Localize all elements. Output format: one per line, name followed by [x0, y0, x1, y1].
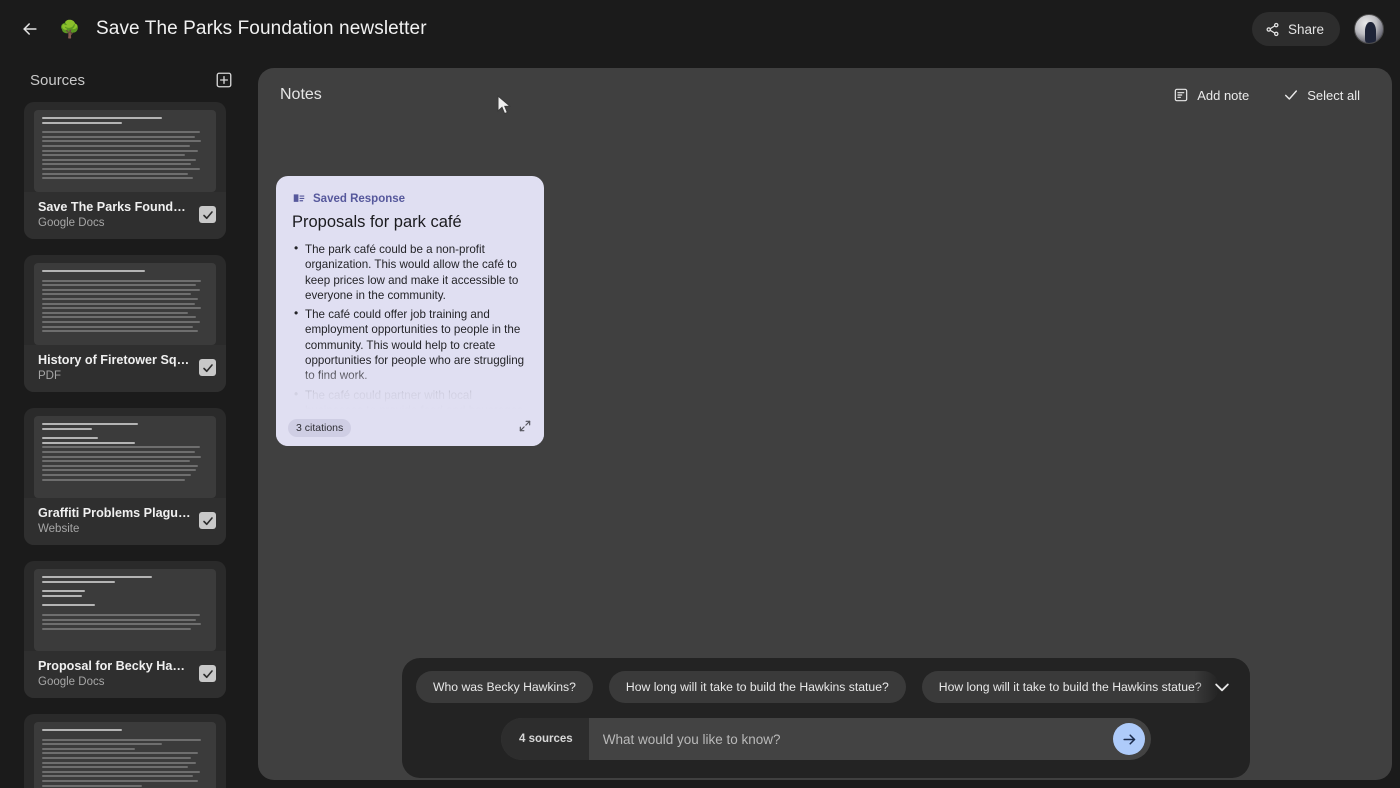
- source-type: Website: [38, 523, 191, 535]
- arrow-left-icon: [20, 19, 40, 39]
- check-icon: [202, 209, 214, 221]
- source-thumbnail: [34, 263, 216, 345]
- source-checkbox[interactable]: [199, 512, 216, 529]
- sources-title: Sources: [30, 72, 85, 89]
- send-button[interactable]: [1113, 723, 1145, 755]
- notebook-logo-icon: 🌳: [58, 17, 82, 41]
- share-button[interactable]: Share: [1252, 12, 1340, 46]
- select-all-button[interactable]: Select all: [1269, 79, 1374, 111]
- source-list: Save The Parks Foundation... Google Docs…: [0, 102, 250, 788]
- source-card[interactable]: Save The Parks Foundation... Google Docs: [24, 102, 226, 239]
- source-card-meta: Graffiti Problems Plague Fir... Website: [38, 506, 191, 535]
- source-thumbnail: [34, 569, 216, 651]
- notes-title: Notes: [280, 86, 322, 104]
- check-icon: [202, 362, 214, 374]
- source-card[interactable]: Graffiti Problems Plague Fir... Website: [24, 408, 226, 545]
- source-card[interactable]: History of Firetower Square PDF: [24, 255, 226, 392]
- source-card-footer: Proposal for Becky Hawkin... Google Docs: [24, 651, 226, 698]
- sources-panel: Sources Save The Parks Foundation... Goo…: [0, 58, 250, 788]
- note-kind: Saved Response: [276, 176, 544, 206]
- expand-note-button[interactable]: [518, 419, 532, 438]
- top-bar-actions: Share: [1252, 12, 1384, 46]
- source-name: Graffiti Problems Plague Fir...: [38, 506, 191, 520]
- expand-diagonal-icon: [518, 419, 532, 433]
- check-icon: [1283, 87, 1299, 103]
- source-checkbox[interactable]: [199, 665, 216, 682]
- source-type: Google Docs: [38, 217, 191, 229]
- source-card-meta: Proposal for Becky Hawkin... Google Docs: [38, 659, 191, 688]
- citations-badge[interactable]: 3 citations: [288, 419, 351, 437]
- sources-count-button[interactable]: 4 sources: [501, 718, 589, 760]
- source-card-meta: Save The Parks Foundation... Google Docs: [38, 200, 191, 229]
- page-title: Save The Parks Foundation newsletter: [96, 18, 427, 40]
- add-source-button[interactable]: [212, 68, 236, 92]
- chat-input[interactable]: [589, 732, 1113, 747]
- source-thumbnail: [34, 110, 216, 192]
- source-card-footer: History of Firetower Square PDF: [24, 345, 226, 392]
- avatar[interactable]: [1354, 14, 1384, 44]
- source-card[interactable]: Public Monuments Ordinan... PDF: [24, 714, 226, 788]
- select-all-label: Select all: [1307, 88, 1360, 103]
- share-label: Share: [1288, 22, 1324, 37]
- note-card[interactable]: Saved Response Proposals for park café T…: [276, 176, 544, 446]
- suggestion-chip[interactable]: Who was Becky Hawkins?: [416, 671, 593, 703]
- arrow-right-icon: [1121, 731, 1138, 748]
- back-button[interactable]: [12, 11, 48, 47]
- check-icon: [202, 668, 214, 680]
- note-title: Proposals for park café: [276, 206, 544, 232]
- source-card-footer: Graffiti Problems Plague Fir... Website: [24, 498, 226, 545]
- source-thumbnail: [34, 722, 216, 788]
- source-checkbox[interactable]: [199, 359, 216, 376]
- suggestion-chip[interactable]: How long will it take to build the Hawki…: [922, 671, 1219, 703]
- suggestion-chip-row: Who was Becky Hawkins? How long will it …: [402, 658, 1250, 716]
- source-type: PDF: [38, 370, 191, 382]
- note-bullet: The café could offer job training and em…: [294, 307, 530, 383]
- suggestion-chip[interactable]: How long will it take to build the Hawki…: [609, 671, 906, 703]
- note-content: The park café could be a non-profit orga…: [276, 232, 544, 434]
- share-icon: [1265, 22, 1280, 37]
- check-icon: [202, 515, 214, 527]
- note-kind-label: Saved Response: [313, 193, 405, 205]
- add-note-icon: [1173, 87, 1189, 103]
- notes-header: Notes Add note Select all: [258, 68, 1392, 122]
- chevron-down-icon: [1212, 677, 1232, 697]
- source-name: Save The Parks Foundation...: [38, 200, 191, 214]
- chat-input-bar: 4 sources: [501, 718, 1151, 760]
- source-name: History of Firetower Square: [38, 353, 191, 367]
- source-type: Google Docs: [38, 676, 191, 688]
- source-card-footer: Save The Parks Foundation... Google Docs: [24, 192, 226, 239]
- source-card[interactable]: Proposal for Becky Hawkin... Google Docs: [24, 561, 226, 698]
- source-name: Proposal for Becky Hawkin...: [38, 659, 191, 673]
- add-note-label: Add note: [1197, 88, 1249, 103]
- source-checkbox[interactable]: [199, 206, 216, 223]
- notes-body: Saved Response Proposals for park café T…: [258, 122, 1392, 142]
- top-bar: 🌳 Save The Parks Foundation newsletter S…: [0, 0, 1400, 58]
- note-footer: 3 citations: [276, 410, 544, 446]
- chat-dock: Who was Becky Hawkins? How long will it …: [402, 658, 1250, 778]
- source-card-meta: History of Firetower Square PDF: [38, 353, 191, 382]
- expand-suggestions-button[interactable]: [1194, 658, 1250, 716]
- source-thumbnail: [34, 416, 216, 498]
- notes-actions: Add note Select all: [1159, 79, 1374, 111]
- add-note-button[interactable]: Add note: [1159, 79, 1263, 111]
- note-bullet: The park café could be a non-profit orga…: [294, 242, 530, 303]
- add-source-icon: [215, 71, 233, 89]
- chat-input-row: 4 sources: [402, 716, 1250, 760]
- sources-header: Sources: [0, 58, 250, 102]
- saved-response-icon: [292, 192, 306, 206]
